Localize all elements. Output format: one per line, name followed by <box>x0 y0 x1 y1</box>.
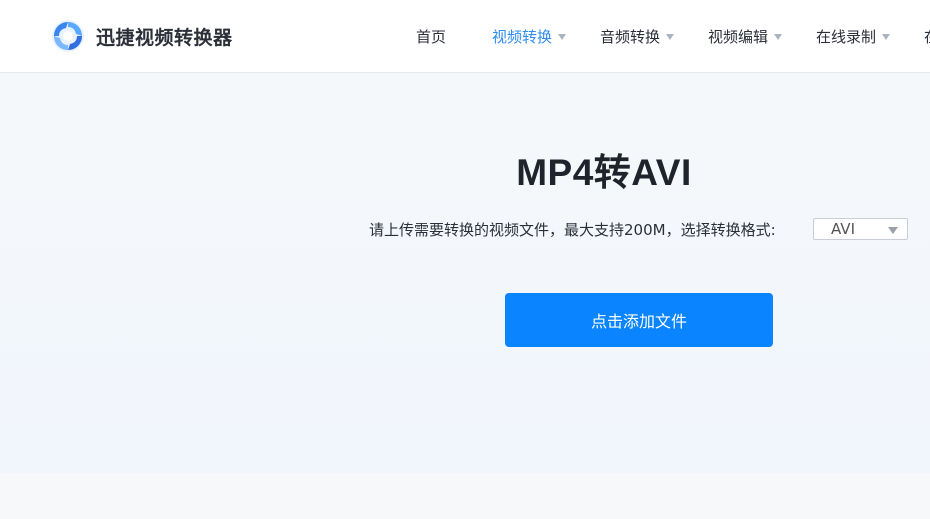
nav-item-label: 在 <box>924 26 930 47</box>
upload-options-row: 请上传需要转换的视频文件，最大支持200M，选择转换格式: AVI <box>369 217 908 241</box>
page-title: MP4转AVI <box>516 152 692 193</box>
upload-hint: 请上传需要转换的视频文件，最大支持200M，选择转换格式: <box>369 220 776 239</box>
nav-item-online-record[interactable]: 在线录制 <box>816 25 891 47</box>
add-file-button[interactable]: 点击添加文件 <box>505 293 773 347</box>
nav-item-label: 视频编辑 <box>708 27 769 46</box>
nav-item-label: 在线录制 <box>816 27 877 46</box>
nav-item-home[interactable]: 首页 <box>416 25 446 47</box>
site-header: 迅捷视频转换器 首页 视频转换 音频转换 视频编辑 在线录制 在 <box>0 0 930 73</box>
nav-item-video-edit[interactable]: 视频编辑 <box>708 25 783 47</box>
nav-item-video-convert[interactable]: 视频转换 <box>492 25 567 47</box>
nav-item-label: 音频转换 <box>600 27 661 46</box>
format-select[interactable]: AVI <box>813 218 908 240</box>
brand-logo[interactable]: 迅捷视频转换器 <box>50 17 233 55</box>
nav-item-label: 视频转换 <box>492 27 553 46</box>
nav-item-label: 首页 <box>416 27 447 46</box>
chevron-down-icon <box>888 227 898 234</box>
logo-icon <box>52 20 84 52</box>
nav-item-audio-convert[interactable]: 音频转换 <box>600 25 675 47</box>
nav-item-more[interactable]: 在 <box>924 25 930 47</box>
format-select-value: AVI <box>831 220 855 238</box>
chevron-down-icon <box>882 33 891 40</box>
add-file-button-label: 点击添加文件 <box>590 312 687 331</box>
brand-name: 迅捷视频转换器 <box>96 26 233 49</box>
converter-panel: MP4转AVI 请上传需要转换的视频文件，最大支持200M，选择转换格式: AV… <box>0 73 930 473</box>
chevron-down-icon <box>558 33 567 40</box>
chevron-down-icon <box>774 33 783 40</box>
chevron-down-icon <box>666 33 675 40</box>
